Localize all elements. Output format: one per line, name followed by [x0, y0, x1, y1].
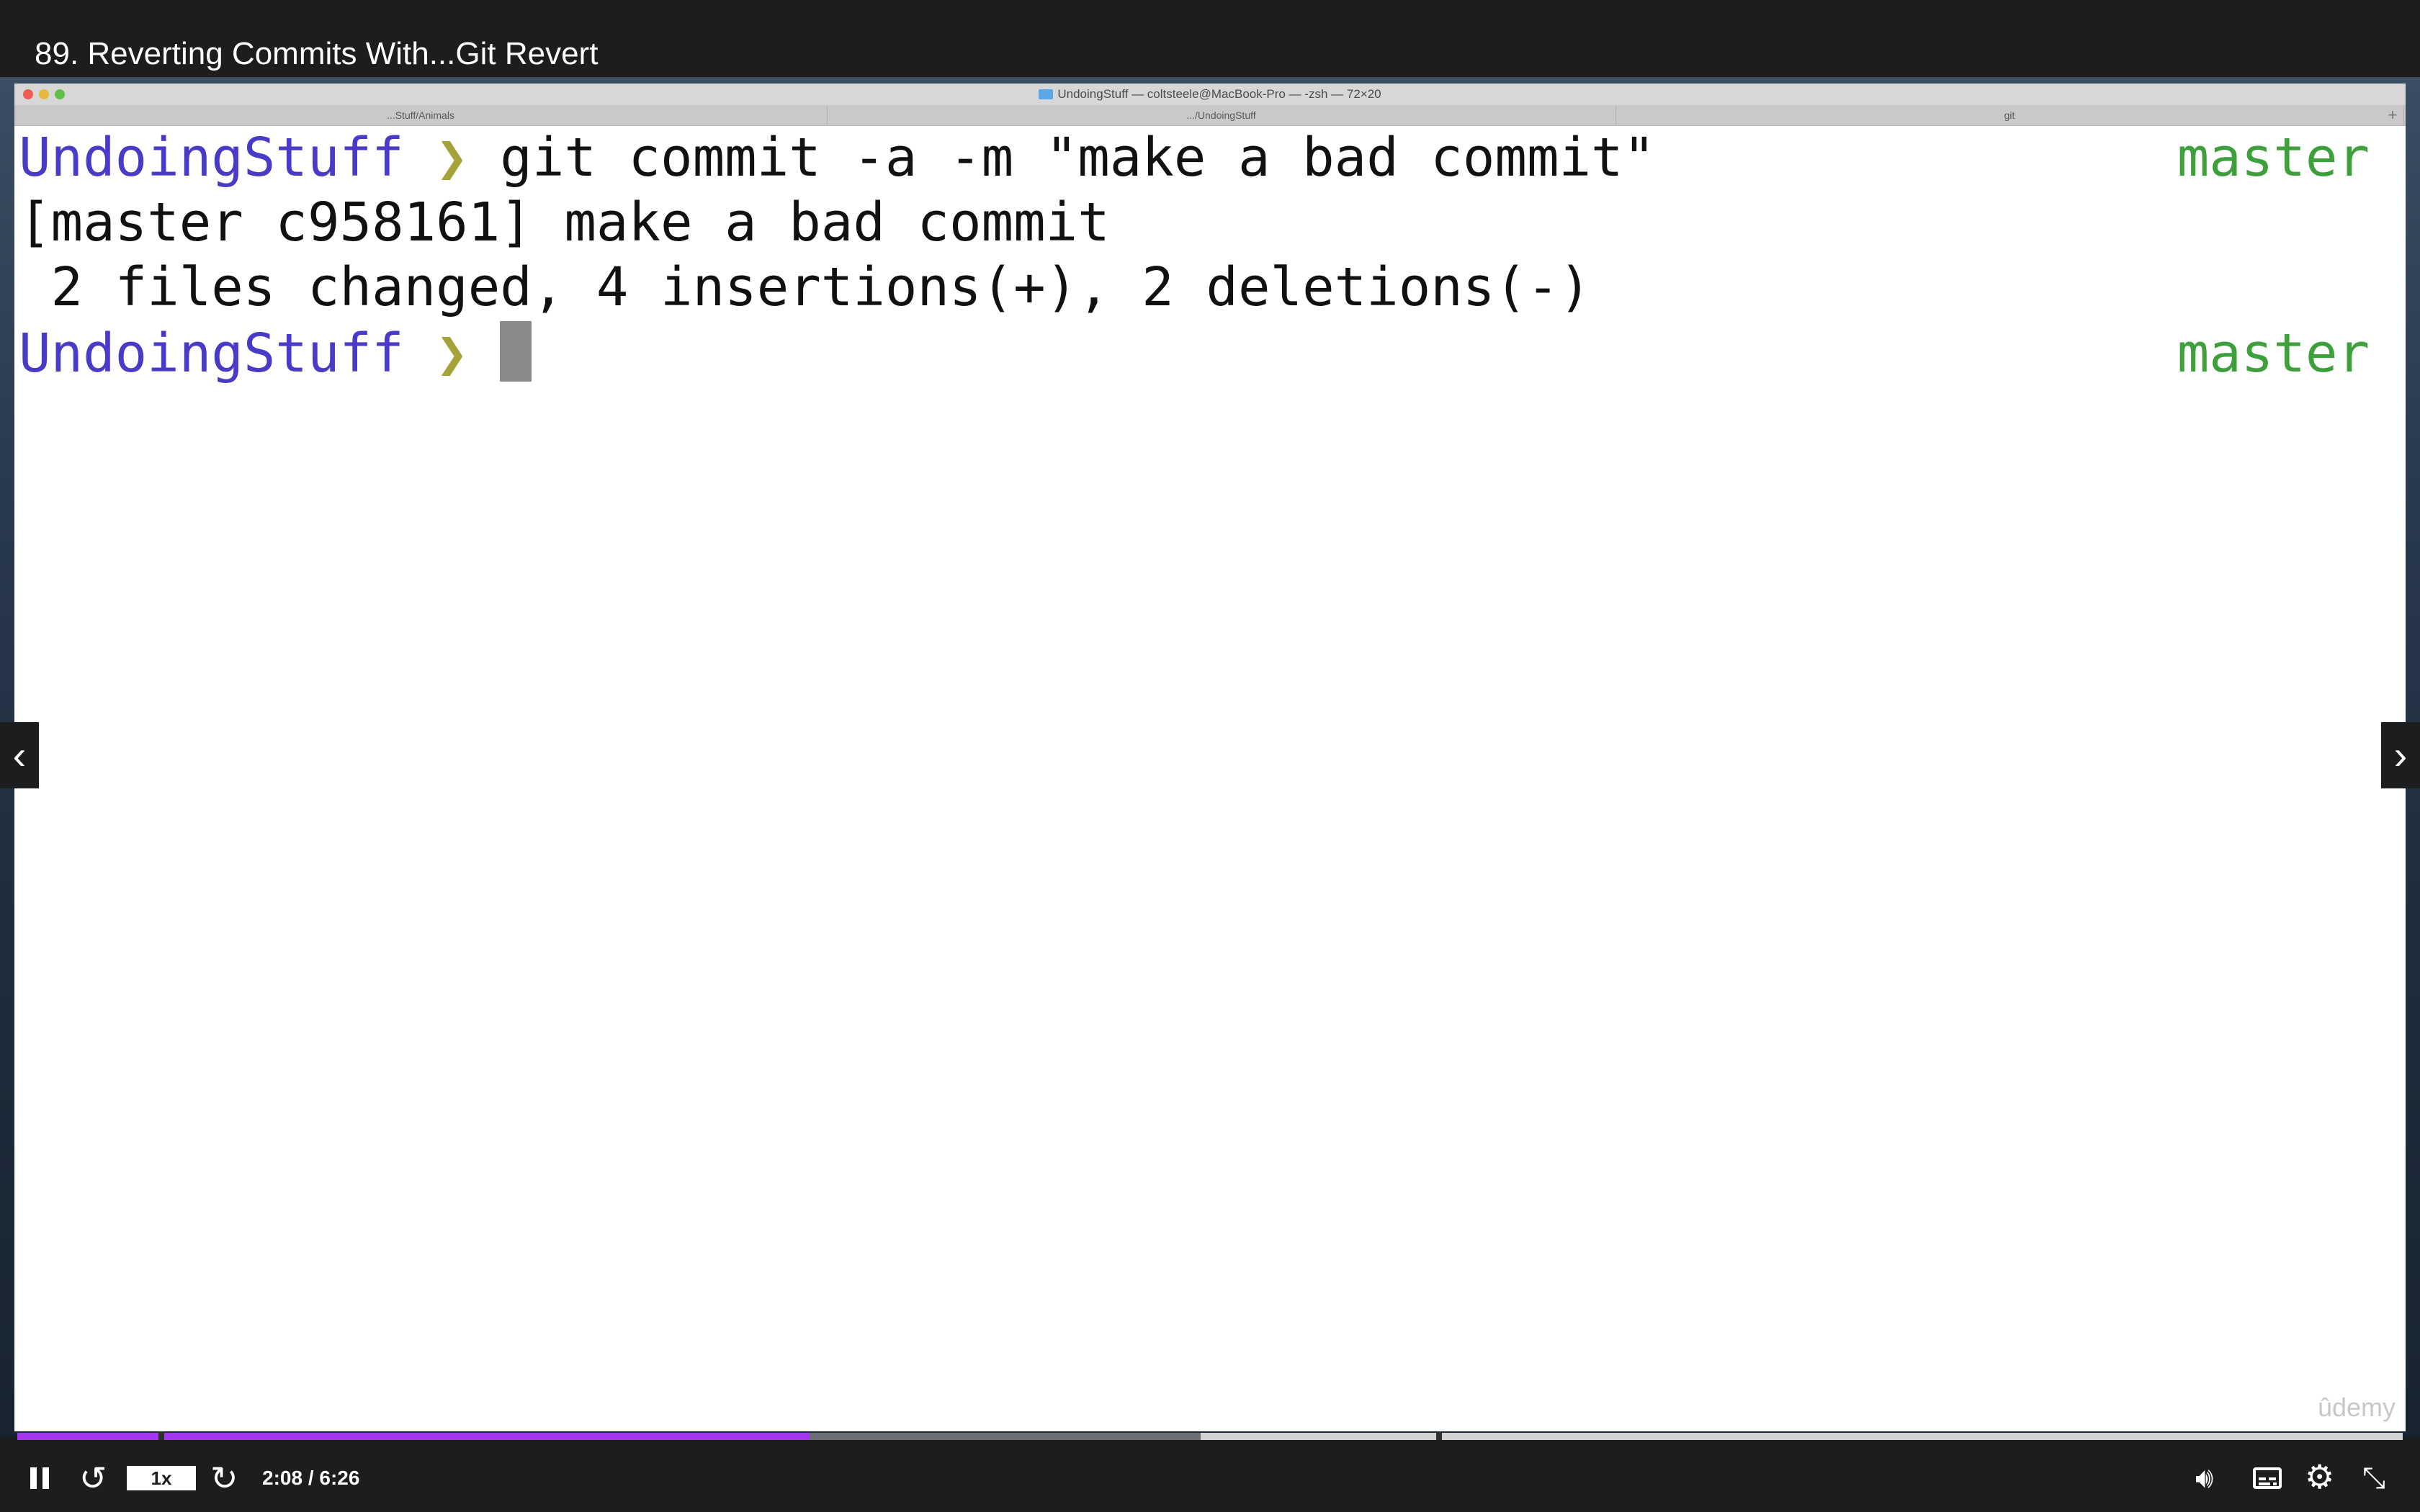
prompt-directory: UndoingStuff — [19, 323, 404, 384]
progress-bar[interactable] — [17, 1431, 2403, 1441]
prompt-arrow-icon: ❯ — [436, 323, 468, 384]
prompt-directory: UndoingStuff — [19, 127, 404, 189]
udemy-watermark: ûdemy — [2317, 1392, 2396, 1422]
terminal-window: UndoingStuff — coltsteele@MacBook-Pro — … — [14, 84, 2406, 1431]
terminal-output-line: [master c958161] make a bad commit — [19, 192, 1110, 253]
terminal-tab-strip: ...Stuff/Animals .../UndoingStuff git + — [14, 105, 2406, 126]
terminal-window-title-text: UndoingStuff — coltsteele@MacBook-Pro — … — [1057, 87, 1381, 101]
text-cursor — [500, 321, 532, 382]
branch-indicator: master — [2177, 127, 2370, 189]
prompt-arrow-icon: ❯ — [436, 127, 468, 189]
rewind-icon[interactable]: ↺ — [79, 1462, 107, 1495]
terminal-tab-active[interactable]: .../UndoingStuff — [827, 105, 1616, 125]
pause-icon[interactable] — [30, 1467, 50, 1489]
terminal-line-prompt: UndoingStuff ❯ — [19, 321, 532, 386]
next-lecture-button[interactable]: › — [2381, 722, 2420, 788]
captions-icon[interactable] — [2253, 1467, 2282, 1489]
time-display: 2:08 / 6:26 — [262, 1467, 360, 1489]
command-text: git commit -a -m "make a bad commit" — [467, 127, 1656, 189]
add-tab-button[interactable]: + — [2380, 105, 2406, 125]
previous-lecture-button[interactable]: ‹ — [0, 722, 39, 788]
terminal-output-line: 2 files changed, 4 insertions(+), 2 dele… — [19, 256, 1592, 318]
top-bar: 89. Reverting Commits With...Git Revert — [0, 0, 2420, 77]
player-control-bar: ↺ 1x ↻ 2:08 / 6:26 🔊︎ ⚙ ⤡ — [0, 1440, 2420, 1512]
terminal-tab[interactable]: git — [1615, 105, 2404, 125]
terminal-line-command: UndoingStuff ❯ git commit -a -m "make a … — [19, 125, 1655, 190]
terminal-window-title: UndoingStuff — coltsteele@MacBook-Pro — … — [14, 87, 2406, 102]
branch-indicator: master — [2177, 323, 2370, 384]
folder-icon — [1039, 89, 1054, 99]
volume-icon[interactable]: 🔊︎ — [2195, 1462, 2213, 1495]
forward-icon[interactable]: ↻ — [210, 1462, 238, 1495]
terminal-output[interactable]: UndoingStuff ❯ git commit -a -m "make a … — [19, 125, 2406, 1431]
terminal-tab[interactable]: ...Stuff/Animals — [14, 105, 828, 125]
exit-fullscreen-icon[interactable]: ⤡ — [2362, 1462, 2385, 1495]
settings-icon[interactable]: ⚙ — [2305, 1460, 2334, 1493]
playback-speed-button[interactable]: 1x — [127, 1466, 196, 1490]
lecture-title: 89. Reverting Commits With...Git Revert — [35, 36, 599, 71]
progress-played — [17, 1433, 810, 1440]
terminal-title-bar: UndoingStuff — coltsteele@MacBook-Pro — … — [14, 84, 2406, 105]
